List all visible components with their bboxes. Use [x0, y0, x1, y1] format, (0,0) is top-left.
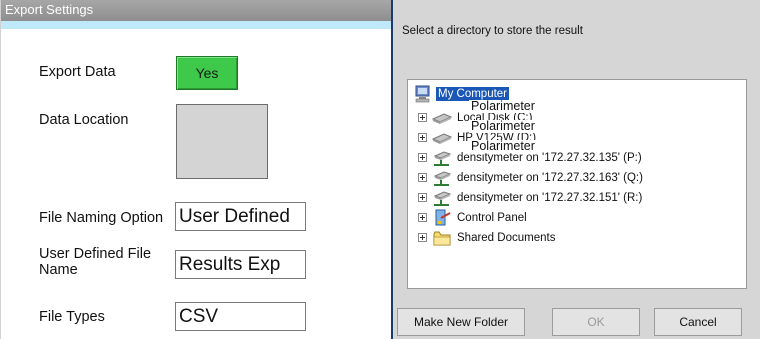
export-data-yes-button[interactable]: Yes: [176, 56, 238, 90]
expand-icon[interactable]: [418, 153, 427, 162]
dialog-prompt: Select a directory to store the result: [402, 25, 583, 37]
tree-item-network-drive-q[interactable]: densitymeter on '172.27.32.163' (Q:): [408, 169, 738, 187]
user-defined-file-name-field[interactable]: Results Exp: [175, 250, 306, 279]
expand-icon[interactable]: [418, 113, 427, 122]
file-types-field[interactable]: CSV: [175, 302, 306, 331]
expand-icon[interactable]: [418, 193, 427, 202]
computer-icon: [415, 85, 430, 103]
tree-label: densitymeter on '172.27.32.163' (Q:): [457, 172, 643, 184]
tree-item-local-disk[interactable]: Local Disk (C:): [408, 109, 708, 127]
tree-label: Shared Documents: [457, 232, 556, 244]
cancel-button[interactable]: Cancel: [654, 308, 742, 336]
tree-label: Control Panel: [457, 212, 527, 224]
tree-item-my-computer[interactable]: My Computer: [408, 85, 708, 103]
tree-item-shared-documents[interactable]: Shared Documents: [408, 229, 708, 247]
file-naming-option-field[interactable]: User Defined: [175, 202, 306, 231]
network-drive-icon: [433, 171, 452, 186]
file-types-label: File Types: [39, 309, 105, 325]
export-settings-panel: Export Settings Export Data Yes Data Loc…: [0, 0, 392, 339]
expand-icon[interactable]: [418, 133, 427, 142]
network-drive-icon: [433, 191, 452, 206]
expand-icon[interactable]: [418, 213, 427, 222]
control-panel-icon: [435, 209, 451, 226]
directory-tree[interactable]: My Computer Local Disk (C:) HP V125W (D:…: [407, 79, 747, 289]
tree-label: densitymeter on '172.27.32.151' (R:): [457, 192, 643, 204]
browse-folder-dialog: Select a directory to store the result M…: [391, 0, 760, 339]
tree-item-usb-drive[interactable]: HP V125W (D:): [408, 129, 708, 147]
polarimeter-overlay: Polarimeter: [469, 99, 537, 113]
data-location-label: Data Location: [39, 112, 129, 128]
data-location-field[interactable]: [176, 104, 268, 179]
tree-item-network-drive-r[interactable]: densitymeter on '172.27.32.151' (R:): [408, 189, 738, 207]
drive-icon: [432, 133, 452, 144]
expand-icon[interactable]: [418, 173, 427, 182]
polarimeter-overlay: Polarimeter: [469, 119, 537, 133]
make-new-folder-button[interactable]: Make New Folder: [397, 308, 525, 336]
folder-icon: [433, 231, 451, 246]
tree-item-control-panel[interactable]: Control Panel: [408, 209, 708, 227]
file-naming-option-label: File Naming Option: [39, 210, 164, 226]
drive-icon: [432, 113, 452, 124]
panel-title: Export Settings: [5, 2, 94, 17]
user-defined-file-name-label: User Defined File Name: [39, 246, 152, 278]
tree-label: densitymeter on '172.27.32.135' (P:): [457, 152, 642, 164]
tree-item-network-drive-p[interactable]: densitymeter on '172.27.32.135' (P:): [408, 149, 738, 167]
expand-icon[interactable]: [418, 233, 427, 242]
panel-title-bar: Export Settings: [1, 0, 392, 21]
export-data-label: Export Data: [39, 64, 116, 80]
network-drive-icon: [433, 151, 452, 166]
polarimeter-overlay: Polarimeter: [469, 139, 537, 153]
ok-button[interactable]: OK: [552, 308, 640, 336]
